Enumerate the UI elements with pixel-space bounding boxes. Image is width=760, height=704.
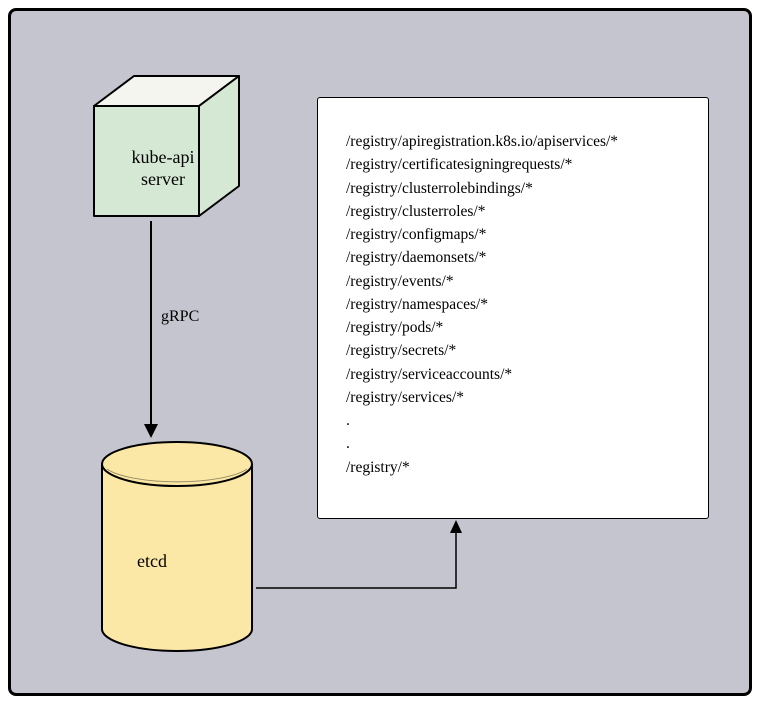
kube-api-server-node <box>89 71 244 221</box>
etcd-to-registry-arrow <box>251 516 471 596</box>
registry-path: /registry/clusterroles/* <box>346 200 680 223</box>
registry-path: /registry/configmaps/* <box>346 223 680 246</box>
registry-path: /registry/secrets/* <box>346 339 680 362</box>
registry-paths-panel: /registry/apiregistration.k8s.io/apiserv… <box>317 97 709 519</box>
registry-path: /registry/pods/* <box>346 316 680 339</box>
diagram-frame: kube-api server gRPC etcd /registry/apir… <box>8 8 752 696</box>
registry-path: /registry/serviceaccounts/* <box>346 363 680 386</box>
registry-path: /registry/* <box>346 456 680 479</box>
etcd-node <box>97 439 257 659</box>
registry-path: . <box>346 432 680 455</box>
kube-api-label-line2: server <box>141 169 185 189</box>
registry-path: /registry/services/* <box>346 386 680 409</box>
registry-path: /registry/clusterrolebindings/* <box>346 177 680 200</box>
registry-path: /registry/daemonsets/* <box>346 246 680 269</box>
registry-path: /registry/namespaces/* <box>346 293 680 316</box>
registry-path: /registry/apiregistration.k8s.io/apiserv… <box>346 130 680 153</box>
registry-path: /registry/certificatesigningrequests/* <box>346 153 680 176</box>
etcd-label: etcd <box>137 551 167 572</box>
kube-api-label-line1: kube-api <box>132 147 195 167</box>
registry-path: . <box>346 409 680 432</box>
grpc-edge-label: gRPC <box>161 308 199 326</box>
grpc-arrow <box>141 216 171 446</box>
registry-path: /registry/events/* <box>346 270 680 293</box>
kube-api-server-label: kube-api server <box>103 147 223 190</box>
